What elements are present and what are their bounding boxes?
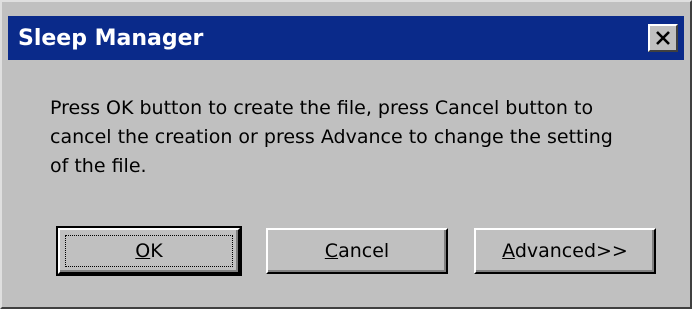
title-bar[interactable]: Sleep Manager <box>8 16 684 60</box>
ok-mnemonic: O <box>135 240 151 262</box>
ok-label-rest: K <box>150 240 163 262</box>
advanced-button-label: Advanced>> <box>502 240 628 262</box>
advanced-button[interactable]: Advanced>> <box>474 228 656 274</box>
message-line: cancel the creation or press Advance to … <box>50 126 613 148</box>
window-title: Sleep Manager <box>18 25 204 51</box>
advanced-label-rest: dvanced>> <box>514 240 628 262</box>
cancel-label-rest: ancel <box>338 240 390 262</box>
cancel-mnemonic: C <box>324 240 339 262</box>
dialog-message: Press OK button to create the file, pres… <box>50 94 670 181</box>
ok-button-label: OK <box>135 240 162 262</box>
advanced-mnemonic: A <box>502 240 515 262</box>
cancel-button-label: Cancel <box>325 240 389 262</box>
message-line: of the file. <box>50 155 147 177</box>
ok-button[interactable]: OK <box>56 226 242 276</box>
sleep-manager-dialog: Sleep Manager Press OK button to create … <box>0 0 692 309</box>
message-line: Press OK button to create the file, pres… <box>50 97 594 119</box>
close-icon <box>655 31 671 45</box>
close-button[interactable] <box>648 24 678 52</box>
cancel-button[interactable]: Cancel <box>266 228 448 274</box>
